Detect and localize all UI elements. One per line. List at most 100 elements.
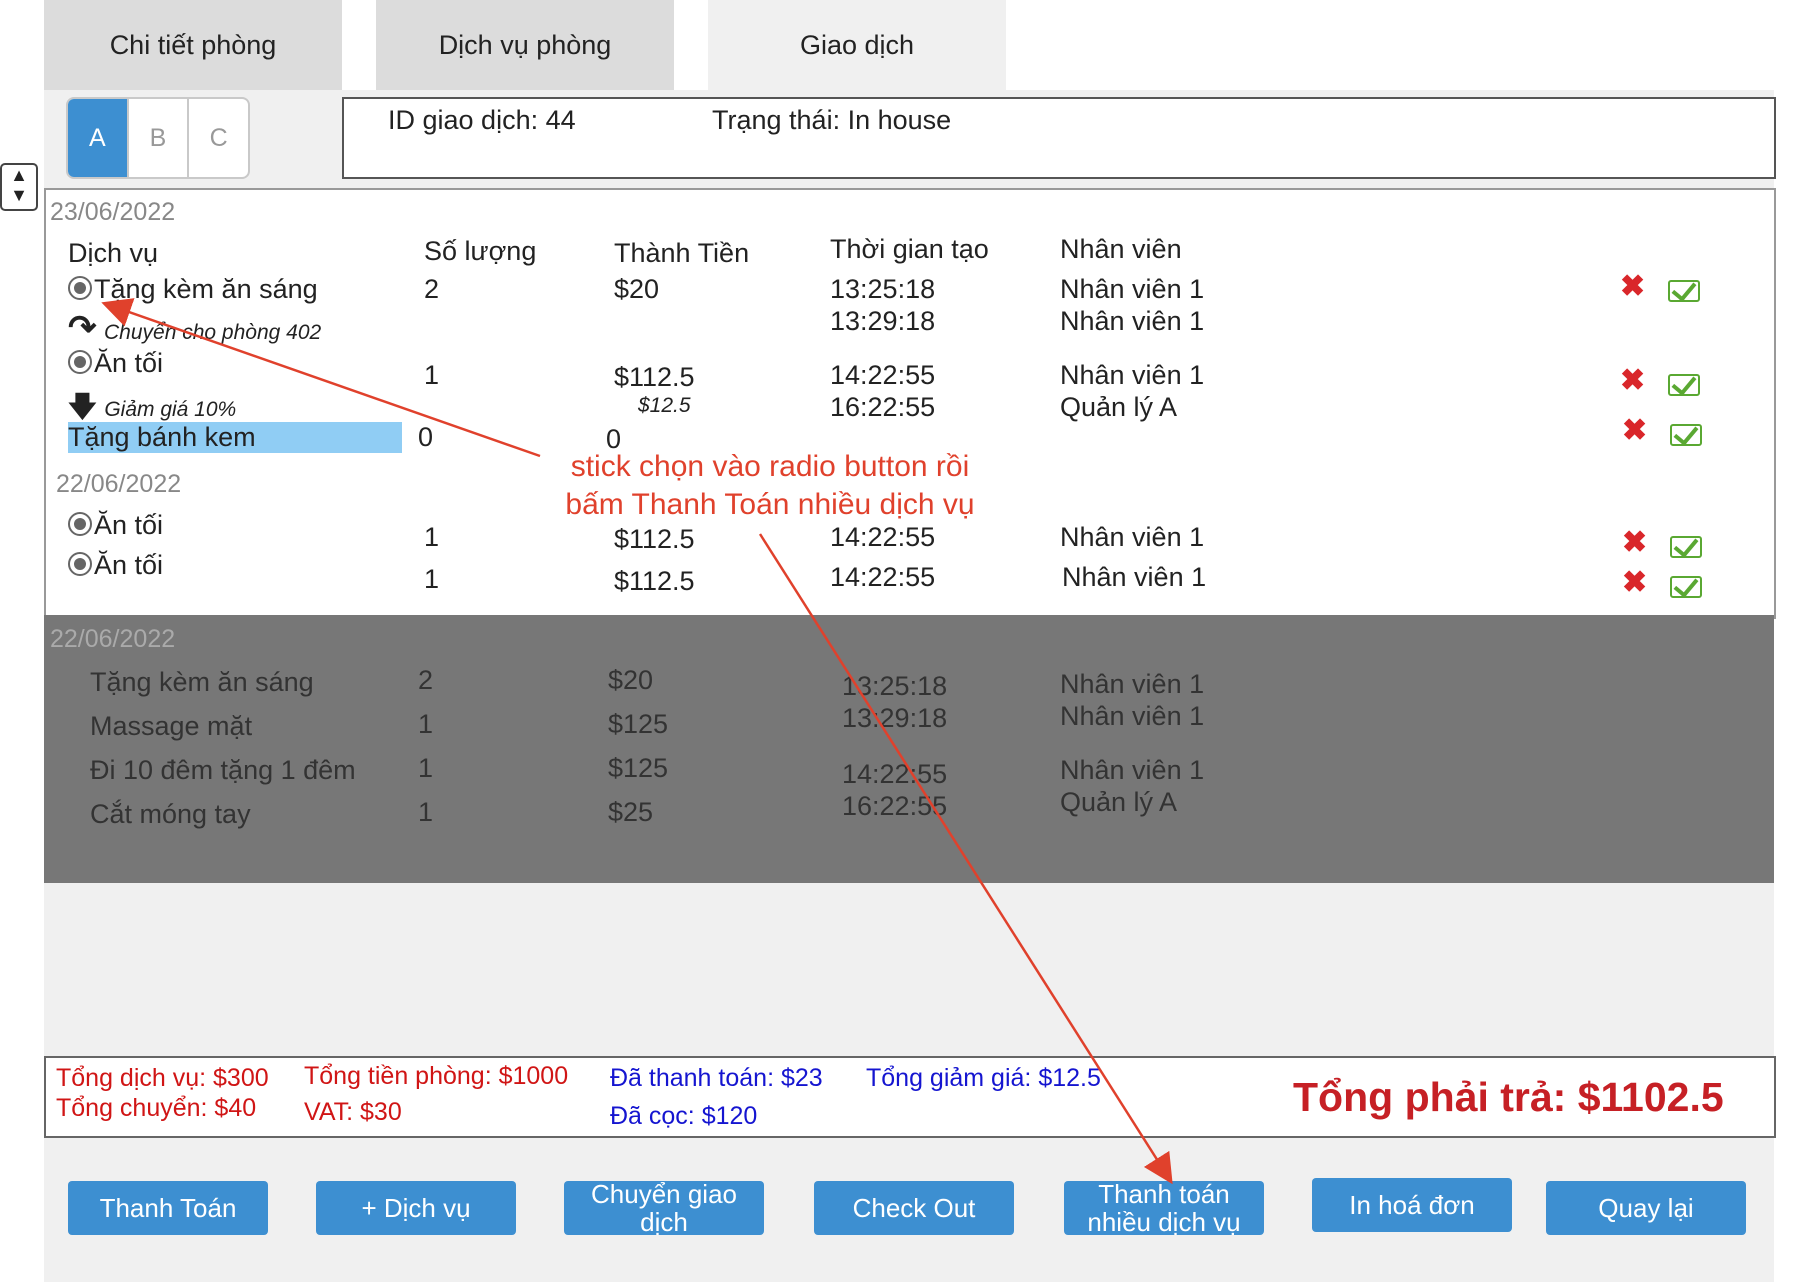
history-item: Tặng kèm ăn sáng <box>90 667 314 697</box>
staff-value: Quản lý A <box>1060 392 1178 422</box>
staff-value: Nhân viên 1 <box>1060 306 1205 336</box>
total-paid: Đã thanh toán: $23 <box>610 1064 823 1092</box>
confirm-icon[interactable] <box>1670 536 1702 558</box>
delete-icon[interactable]: ✖ <box>1622 568 1647 598</box>
list-item-selected[interactable]: Tặng bánh kem <box>68 422 402 453</box>
history-amount: $125 <box>608 753 669 783</box>
add-service-button[interactable]: + Dịch vụ <box>316 1181 516 1235</box>
qty-value: 1 <box>424 360 440 390</box>
confirm-icon[interactable] <box>1668 280 1700 302</box>
radio-button[interactable] <box>68 552 92 576</box>
time-value: 13:25:18 <box>830 274 936 304</box>
qty-value: 2 <box>424 274 440 304</box>
print-invoice-button[interactable]: In hoá đơn <box>1312 1178 1512 1232</box>
history-staff: Nhân viên 1 <box>1060 669 1205 699</box>
history-date: 22/06/2022 <box>50 625 176 653</box>
service-name: Tặng kèm ăn sáng <box>94 274 318 304</box>
col-qty: Số lượng <box>424 236 537 266</box>
delete-icon[interactable]: ✖ <box>1622 528 1647 558</box>
checkout-button[interactable]: Check Out <box>814 1181 1014 1235</box>
list-item[interactable]: Ăn tối <box>68 510 163 541</box>
service-name: Ăn tối <box>94 550 164 580</box>
history-qty: 2 <box>418 665 434 695</box>
history-staff: Nhân viên 1 <box>1060 701 1205 731</box>
list-item[interactable]: Tặng kèm ăn sáng <box>68 274 318 305</box>
qty-value: 1 <box>424 522 440 552</box>
radio-button[interactable] <box>68 350 92 374</box>
history-qty: 1 <box>418 797 434 827</box>
button-label: Thanh toán <box>1098 1179 1230 1209</box>
down-arrow-icon: 🡇 <box>68 391 97 422</box>
history-amount: $125 <box>608 709 669 739</box>
service-list: 23/06/2022 Dịch vụ Số lượng Thành Tiền T… <box>44 188 1776 619</box>
list-item[interactable]: Ăn tối <box>68 550 163 581</box>
time-value: 14:22:55 <box>830 562 936 592</box>
confirm-icon[interactable] <box>1668 374 1700 396</box>
staff-value: Nhân viên 1 <box>1060 522 1205 552</box>
qty-value: 0 <box>418 422 434 452</box>
annotation-line: bấm Thanh Toán nhiều dịch vụ <box>565 488 975 521</box>
service-name: Ăn tối <box>94 348 164 378</box>
segment-a[interactable]: A <box>68 99 129 177</box>
pay-button[interactable]: Thanh Toán <box>68 1181 268 1235</box>
list-item[interactable]: Ăn tối <box>68 348 163 379</box>
button-label: dịch <box>640 1207 688 1237</box>
group-date: 23/06/2022 <box>50 198 176 226</box>
history-time: 13:25:18 <box>842 671 948 701</box>
history-qty: 1 <box>418 709 434 739</box>
totals-bar: Tổng dịch vụ: $300 Tổng chuyển: $40 Tổng… <box>44 1056 1776 1138</box>
service-name: Ăn tối <box>94 510 164 540</box>
delete-icon[interactable]: ✖ <box>1620 366 1645 396</box>
qty-value: 1 <box>424 564 440 594</box>
group-date: 22/06/2022 <box>56 470 182 498</box>
pay-multiple-button[interactable]: Thanh toán nhiều dịch vụ <box>1064 1179 1264 1237</box>
total-discount: Tổng giảm giá: $12.5 <box>866 1064 1101 1092</box>
tab-transactions[interactable]: Giao dịch <box>708 0 1006 90</box>
history-amount: $20 <box>608 665 654 695</box>
delete-icon[interactable]: ✖ <box>1620 272 1645 302</box>
tab-room-services[interactable]: Dịch vụ phòng <box>376 0 674 90</box>
annotation-text: stick chọn vào radio button rồi bấm Than… <box>520 448 1020 524</box>
transfer-note-text: Chuyển cho phòng 402 <box>104 321 322 344</box>
col-amount: Thành Tiền <box>614 238 750 268</box>
radio-button[interactable] <box>68 276 92 300</box>
transfer-note: ↷ Chuyển cho phòng 402 <box>68 308 321 348</box>
total-transfer: Tổng chuyển: $40 <box>56 1094 257 1122</box>
history-amount: $25 <box>608 797 654 827</box>
annotation-line: stick chọn vào radio button rồi <box>570 450 970 483</box>
confirm-icon[interactable] <box>1670 576 1702 598</box>
button-label: nhiều dịch vụ <box>1087 1207 1241 1237</box>
amount-value: $112.5 <box>614 566 695 596</box>
radio-button[interactable] <box>68 512 92 536</box>
redo-arrow-icon: ↷ <box>68 309 97 347</box>
history-time: 13:29:18 <box>842 703 948 733</box>
transaction-status: Trạng thái: In house <box>712 105 952 135</box>
transfer-transaction-button[interactable]: Chuyển giao dịch <box>564 1179 764 1237</box>
back-button[interactable]: Quay lại <box>1546 1181 1746 1235</box>
staff-value: Nhân viên 1 <box>1060 360 1205 390</box>
history-item: Massage mặt <box>90 711 253 741</box>
history-item: Đi 10 đêm tặng 1 đêm <box>90 755 356 785</box>
stepper-icon[interactable]: ▲ ▼ <box>0 163 38 211</box>
time-value: 14:22:55 <box>830 522 936 552</box>
history-staff: Nhân viên 1 <box>1060 755 1205 785</box>
button-label: Chuyển giao <box>591 1179 737 1209</box>
discount-note-text: Giảm giá 10% <box>104 398 237 421</box>
paid-history: 22/06/2022 Tặng kèm ăn sáng Massage mặt … <box>44 615 1774 883</box>
history-staff: Quản lý A <box>1060 787 1178 817</box>
col-staff: Nhân viên <box>1060 234 1182 264</box>
col-service: Dịch vụ <box>68 238 159 268</box>
discount-value: $12.5 <box>638 394 691 417</box>
segment-b[interactable]: B <box>129 99 190 177</box>
segment-control[interactable]: A B C <box>66 97 250 179</box>
amount-value: $20 <box>614 274 660 304</box>
amount-value: $112.5 <box>614 362 695 392</box>
tab-room-detail[interactable]: Chi tiết phòng <box>44 0 342 90</box>
time-value: 14:22:55 <box>830 360 936 390</box>
grand-total: Tổng phải trả: $1102.5 <box>1293 1074 1724 1120</box>
confirm-icon[interactable] <box>1670 424 1702 446</box>
time-value: 13:29:18 <box>830 306 936 336</box>
history-time: 14:22:55 <box>842 759 948 789</box>
segment-c[interactable]: C <box>189 99 248 177</box>
delete-icon[interactable]: ✖ <box>1622 416 1647 446</box>
